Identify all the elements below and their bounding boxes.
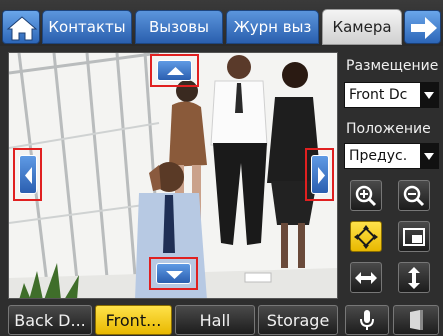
tab-call-log[interactable]: Журн выз [226, 10, 319, 44]
pan-right-button[interactable] [311, 155, 329, 194]
pan-down-highlight [149, 257, 198, 290]
zoom-in-button[interactable] [350, 180, 382, 211]
zoom-out-button[interactable] [398, 180, 430, 211]
home-button[interactable] [2, 10, 40, 44]
tab-contacts[interactable]: Контакты [42, 10, 132, 44]
preset-storage-label: Storage [266, 310, 330, 330]
arrow-up-icon [167, 67, 184, 75]
zoom-out-icon [403, 185, 425, 206]
move-mode-button[interactable] [350, 221, 382, 252]
arrow-right-icon [318, 167, 325, 184]
preset-back-door[interactable]: Back D... [8, 305, 92, 335]
camera-view[interactable] [8, 52, 338, 299]
tab-call-log-label: Журн выз [233, 18, 312, 36]
position-dropdown-button[interactable] [420, 144, 438, 168]
tab-scroll-right-button[interactable] [404, 10, 441, 44]
pan-left-button[interactable] [19, 155, 37, 194]
move-arrows-icon [354, 224, 378, 249]
position-label: Положение [346, 121, 431, 137]
preset-front-label: Front... [105, 310, 162, 330]
placement-select-value: Front Dc [349, 87, 408, 103]
preset-hall-label: Hall [199, 310, 231, 330]
preset-front[interactable]: Front... [95, 305, 172, 335]
pan-horizontal-button[interactable] [350, 262, 382, 293]
fullscreen-button[interactable] [398, 221, 430, 252]
pan-up-highlight [150, 54, 199, 87]
vertical-arrows-icon [408, 266, 420, 289]
preset-back-door-label: Back D... [14, 310, 86, 330]
horizontal-arrows-icon [355, 271, 377, 284]
pan-down-button[interactable] [156, 263, 191, 284]
tab-camera-label: Камера [332, 18, 392, 36]
zoom-in-icon [355, 185, 377, 206]
window-icon [403, 227, 425, 246]
microphone-button[interactable] [345, 305, 389, 335]
tab-contacts-label: Контакты [48, 18, 126, 36]
placement-select[interactable]: Front Dc [344, 82, 439, 108]
preset-storage[interactable]: Storage [258, 305, 338, 335]
placement-label: Размещение [346, 58, 439, 74]
pan-right-highlight [305, 148, 334, 201]
pan-up-button[interactable] [157, 60, 192, 81]
arrow-down-icon [166, 271, 183, 279]
arrow-right-icon [411, 17, 437, 39]
tilt-vertical-button[interactable] [398, 262, 430, 293]
door-icon [410, 310, 423, 330]
pan-left-highlight [13, 148, 42, 201]
position-select[interactable]: Предус. [344, 143, 439, 169]
chevron-down-icon [424, 92, 434, 99]
chevron-down-icon [424, 153, 434, 160]
preset-hall[interactable]: Hall [175, 305, 255, 335]
placement-dropdown-button[interactable] [420, 83, 438, 107]
door-open-button[interactable] [393, 305, 439, 335]
position-select-value: Предус. [349, 148, 408, 164]
arrow-left-icon [25, 167, 32, 184]
tab-calls[interactable]: Вызовы [135, 10, 223, 44]
microphone-icon [360, 310, 374, 330]
tab-camera[interactable]: Камера [322, 9, 402, 45]
tab-calls-label: Вызовы [149, 18, 209, 36]
home-icon [6, 16, 38, 41]
